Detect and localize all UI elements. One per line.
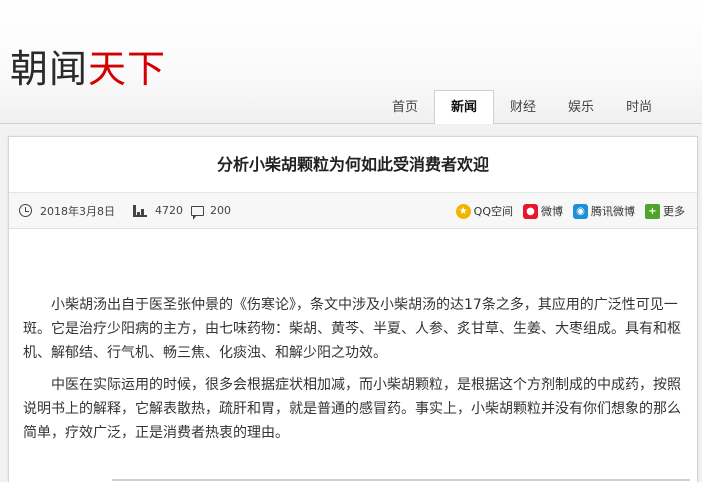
logo-text-accent: 天下	[88, 47, 167, 91]
site-header: 朝闻天下 首页 新闻 财经 娱乐 时尚	[0, 0, 702, 124]
nav-news[interactable]: 新闻	[434, 90, 495, 124]
view-count: 4720	[155, 204, 183, 217]
clock-icon	[19, 204, 32, 217]
nav-home[interactable]: 首页	[376, 91, 434, 124]
nav-finance[interactable]: 财经	[494, 91, 552, 124]
share-more[interactable]: + 更多	[645, 203, 685, 219]
share-weibo-label: 微博	[541, 205, 563, 218]
article-date: 2018年3月8日	[40, 204, 115, 218]
divider	[112, 479, 690, 481]
nav-entertainment[interactable]: 娱乐	[552, 91, 610, 124]
article-title: 分析小柴胡颗粒为何如此受消费者欢迎	[9, 137, 697, 193]
qzone-icon: ★	[455, 203, 471, 219]
article-card: 分析小柴胡颗粒为何如此受消费者欢迎 2018年3月8日 4720 200 ★ Q…	[8, 136, 698, 482]
logo-text-main: 朝闻	[10, 47, 89, 91]
nav-fashion[interactable]: 时尚	[610, 91, 668, 124]
article-meta-bar: 2018年3月8日 4720 200 ★ QQ空间 ● 微博 ◉ 腾讯微博 +	[9, 193, 697, 229]
main-nav: 首页 新闻 财经 娱乐 时尚	[376, 90, 668, 124]
tencent-weibo-icon: ◉	[573, 203, 588, 219]
plus-icon: +	[645, 203, 660, 219]
site-logo[interactable]: 朝闻天下	[10, 46, 166, 92]
article-paragraph: 中医在实际运用的时候，很多会根据症状相加减，而小柴胡颗粒，是根据这个方剂制成的中…	[23, 377, 681, 441]
article-stats: 2018年3月8日 4720 200	[19, 203, 231, 220]
comment-count[interactable]: 200	[210, 204, 231, 217]
weibo-icon: ●	[523, 203, 538, 219]
share-tencent-weibo[interactable]: ◉ 腾讯微博	[573, 203, 635, 219]
share-weibo[interactable]: ● 微博	[523, 203, 563, 219]
share-qzone[interactable]: ★ QQ空间	[455, 203, 513, 219]
share-bar: ★ QQ空间 ● 微博 ◉ 腾讯微博 + 更多	[455, 193, 685, 229]
article-paragraph: 小柴胡汤出自于医圣张仲景的《伤寒论》，条文中涉及小柴胡汤的达17条之多，其应用的…	[23, 297, 681, 361]
views-chart-icon	[133, 204, 147, 217]
share-tencent-label: 腾讯微博	[591, 205, 635, 218]
article-body: 小柴胡汤出自于医圣张仲景的《伤寒论》，条文中涉及小柴胡汤的达17条之多，其应用的…	[9, 293, 697, 445]
share-qzone-label: QQ空间	[473, 205, 513, 218]
share-more-label: 更多	[663, 205, 685, 218]
comment-icon[interactable]	[191, 205, 204, 220]
